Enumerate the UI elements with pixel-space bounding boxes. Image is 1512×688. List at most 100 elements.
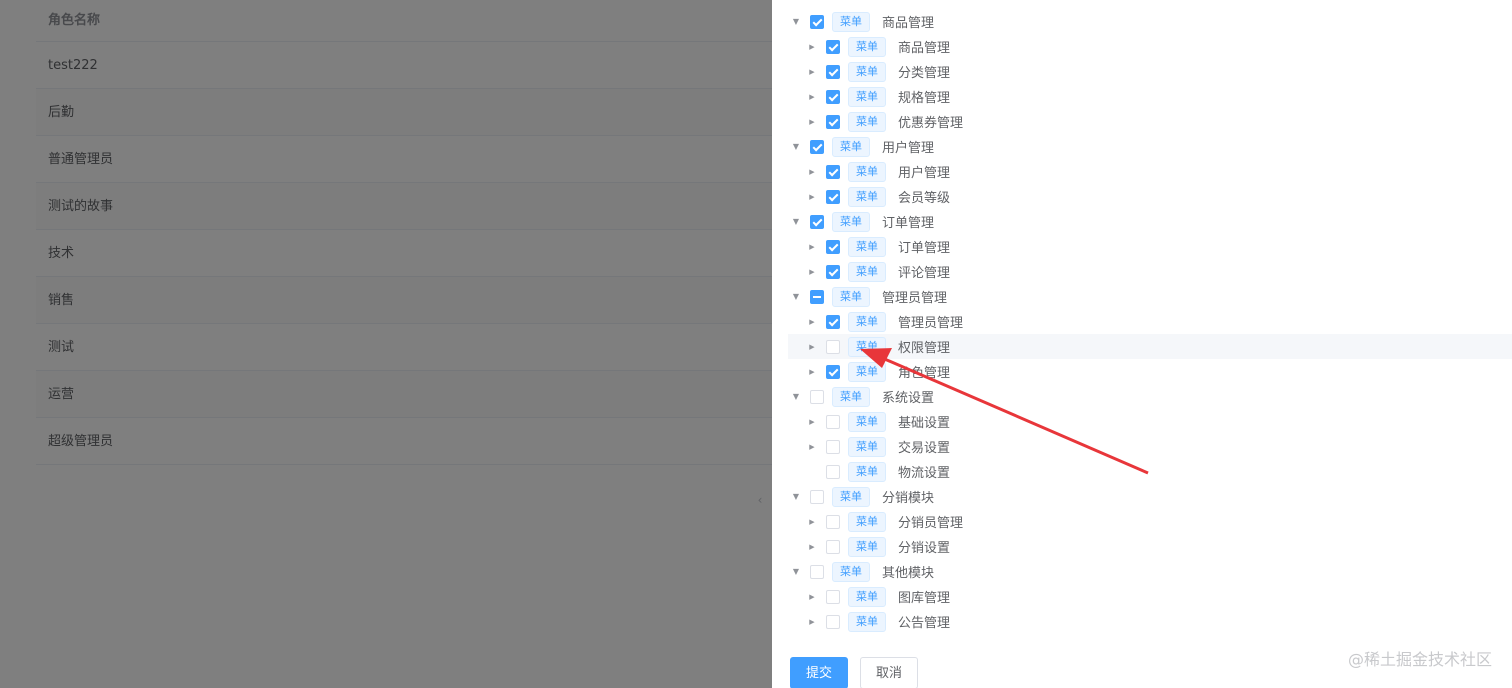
- menu-type-tag: 菜单: [848, 511, 886, 532]
- tree-node[interactable]: 菜单系统设置: [788, 384, 1512, 409]
- caret-right-icon[interactable]: [804, 259, 820, 284]
- tree-node[interactable]: 菜单 物流设置: [788, 459, 1512, 484]
- menu-type-tag: 菜单: [848, 611, 886, 632]
- tree-node-label: 评论管理: [898, 266, 951, 281]
- caret-down-icon[interactable]: [788, 209, 804, 234]
- tree-node-checkbox[interactable]: [826, 364, 840, 379]
- caret-right-icon[interactable]: [804, 359, 820, 384]
- caret-right-icon[interactable]: [804, 159, 820, 184]
- modal-mask[interactable]: [0, 0, 772, 688]
- caret-right-icon[interactable]: [804, 184, 820, 209]
- menu-type-tag: 菜单: [848, 261, 886, 282]
- tree-node-checkbox[interactable]: [826, 539, 840, 554]
- tree-node-label: 优惠券管理: [898, 116, 964, 131]
- tree-node-checkbox[interactable]: [826, 614, 840, 629]
- submit-button[interactable]: 提交: [790, 657, 849, 688]
- tree-node-checkbox[interactable]: [826, 464, 840, 479]
- tree-node[interactable]: 菜单评论管理: [788, 259, 1512, 284]
- caret-down-icon[interactable]: [788, 134, 804, 159]
- tree-node-checkbox[interactable]: [826, 439, 840, 454]
- tree-node-checkbox[interactable]: [810, 564, 824, 579]
- cancel-button[interactable]: 取消: [860, 657, 919, 688]
- tree-node-label: 订单管理: [898, 241, 951, 256]
- menu-type-tag: 菜单: [832, 561, 870, 582]
- caret-right-icon[interactable]: [804, 434, 820, 459]
- tree-node-checkbox[interactable]: [826, 164, 840, 179]
- caret-down-icon[interactable]: [788, 384, 804, 409]
- menu-type-tag: 菜单: [848, 86, 886, 107]
- tree-node-checkbox[interactable]: [826, 39, 840, 54]
- tree-node-checkbox[interactable]: [826, 114, 840, 129]
- tree-node[interactable]: 菜单其他模块: [788, 559, 1512, 584]
- caret-right-icon[interactable]: [804, 609, 820, 634]
- menu-type-tag: 菜单: [848, 586, 886, 607]
- tree-node-checkbox[interactable]: [810, 289, 824, 304]
- menu-type-tag: 菜单: [848, 461, 886, 482]
- menu-type-tag: 菜单: [832, 211, 870, 232]
- tree-node[interactable]: 菜单商品管理: [788, 34, 1512, 59]
- tree-node-checkbox[interactable]: [826, 264, 840, 279]
- caret-right-icon[interactable]: [804, 534, 820, 559]
- tree-node-checkbox[interactable]: [826, 339, 840, 354]
- tree-node-label: 其他模块: [882, 566, 935, 581]
- tree-node-label: 管理员管理: [882, 291, 948, 306]
- tree-node[interactable]: 菜单角色管理: [788, 359, 1512, 384]
- caret-down-icon[interactable]: [788, 484, 804, 509]
- tree-node[interactable]: 菜单会员等级: [788, 184, 1512, 209]
- tree-node[interactable]: 菜单管理员管理: [788, 284, 1512, 309]
- tree-node[interactable]: 菜单订单管理: [788, 209, 1512, 234]
- tree-node-checkbox[interactable]: [810, 489, 824, 504]
- tree-node[interactable]: 菜单分类管理: [788, 59, 1512, 84]
- tree-node[interactable]: 菜单分销模块: [788, 484, 1512, 509]
- caret-down-icon[interactable]: [788, 559, 804, 584]
- tree-node-checkbox[interactable]: [826, 189, 840, 204]
- tree-node-checkbox[interactable]: [826, 89, 840, 104]
- menu-type-tag: 菜单: [832, 286, 870, 307]
- caret-right-icon[interactable]: [804, 59, 820, 84]
- tree-node[interactable]: 菜单用户管理: [788, 159, 1512, 184]
- tree-node[interactable]: 菜单基础设置: [788, 409, 1512, 434]
- tree-node-label: 分销模块: [882, 491, 935, 506]
- tree-node[interactable]: 菜单图库管理: [788, 584, 1512, 609]
- tree-node[interactable]: 菜单用户管理: [788, 134, 1512, 159]
- caret-right-icon[interactable]: [804, 584, 820, 609]
- caret-down-icon[interactable]: [788, 284, 804, 309]
- tree-node-checkbox[interactable]: [810, 389, 824, 404]
- caret-right-icon[interactable]: [804, 509, 820, 534]
- caret-right-icon[interactable]: [804, 109, 820, 134]
- tree-node-checkbox[interactable]: [826, 239, 840, 254]
- tree-node-checkbox[interactable]: [826, 414, 840, 429]
- tree-node-checkbox[interactable]: [810, 14, 824, 29]
- caret-right-icon[interactable]: [804, 309, 820, 334]
- tree-node[interactable]: 菜单管理员管理: [788, 309, 1512, 334]
- drawer-footer: 提交 取消: [790, 657, 919, 688]
- tree-node[interactable]: 菜单商品管理: [788, 9, 1512, 34]
- tree-node-label: 规格管理: [898, 91, 951, 106]
- caret-right-icon[interactable]: [804, 409, 820, 434]
- caret-down-icon[interactable]: [788, 9, 804, 34]
- menu-type-tag: 菜单: [848, 36, 886, 57]
- caret-right-icon[interactable]: [804, 84, 820, 109]
- tree-node-checkbox[interactable]: [826, 64, 840, 79]
- tree-node-label: 公告管理: [898, 616, 951, 631]
- tree-node-checkbox[interactable]: [826, 314, 840, 329]
- tree-node-label: 角色管理: [898, 366, 951, 381]
- tree-node[interactable]: 菜单优惠券管理: [788, 109, 1512, 134]
- tree-node[interactable]: 菜单订单管理: [788, 234, 1512, 259]
- tree-node[interactable]: 菜单权限管理: [788, 334, 1512, 359]
- tree-node-checkbox[interactable]: [826, 514, 840, 529]
- tree-node-checkbox[interactable]: [810, 214, 824, 229]
- caret-right-icon[interactable]: [804, 34, 820, 59]
- caret-right-icon[interactable]: [804, 334, 820, 359]
- caret-right-icon[interactable]: [804, 234, 820, 259]
- tree-node-checkbox[interactable]: [810, 139, 824, 154]
- menu-type-tag: 菜单: [848, 361, 886, 382]
- tree-node[interactable]: 菜单分销设置: [788, 534, 1512, 559]
- tree-node[interactable]: 菜单公告管理: [788, 609, 1512, 634]
- tree-node-checkbox[interactable]: [826, 589, 840, 604]
- watermark: @稀土掘金技术社区: [1347, 650, 1492, 669]
- tree-node[interactable]: 菜单规格管理: [788, 84, 1512, 109]
- tree-node[interactable]: 菜单分销员管理: [788, 509, 1512, 534]
- tree-node[interactable]: 菜单交易设置: [788, 434, 1512, 459]
- tree-node-label: 用户管理: [898, 166, 951, 181]
